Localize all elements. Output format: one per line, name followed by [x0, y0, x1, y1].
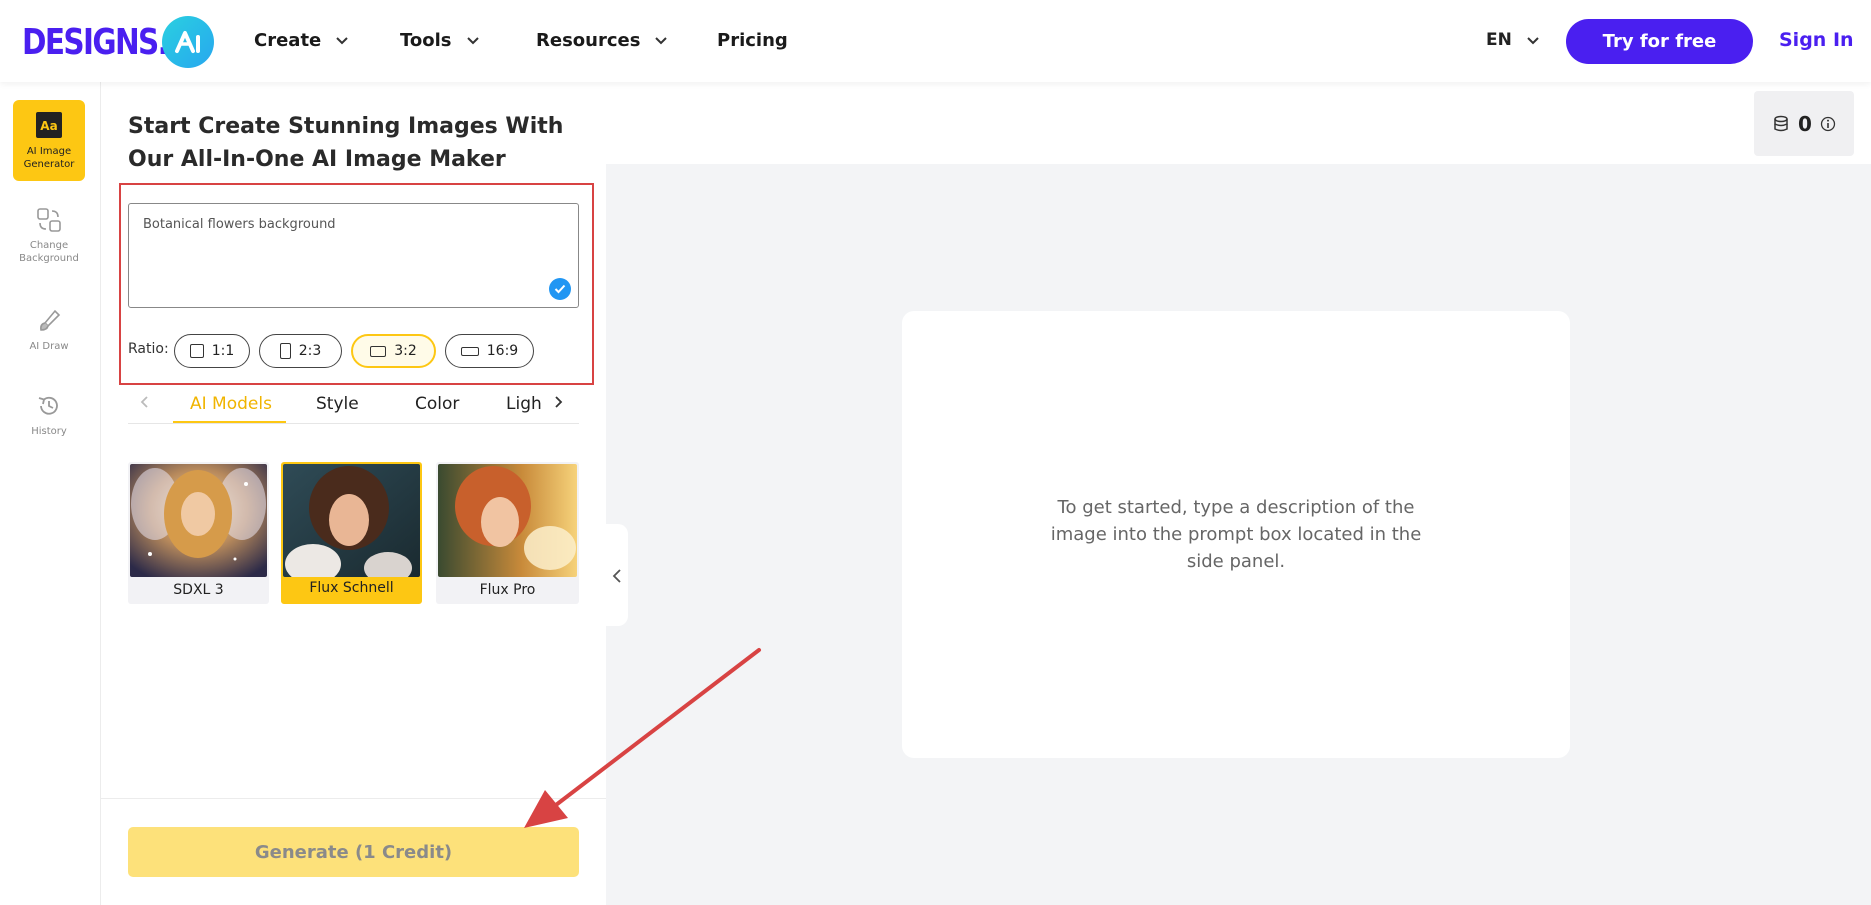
designs-ai-logo[interactable]: DESIGNS.: [22, 16, 214, 68]
chevron-down-icon: [655, 37, 668, 45]
square-icon: [189, 344, 204, 358]
rail-item-change-background[interactable]: Change Background: [13, 207, 85, 265]
nav-tools[interactable]: Tools: [400, 30, 480, 51]
chevron-down-icon: [336, 37, 348, 45]
empty-state-card: To get started, type a description of th…: [902, 311, 1570, 758]
credits-counter[interactable]: 0: [1754, 91, 1854, 156]
chevron-down-icon: [466, 37, 479, 45]
preview-toolbar: 0: [606, 82, 1871, 164]
ratio-16-9[interactable]: 16:9: [445, 334, 534, 368]
change-background-icon: [37, 208, 61, 232]
model-label: Flux Schnell: [309, 580, 394, 596]
top-header: DESIGNS. Create Tools Resources Pricing …: [0, 0, 1871, 82]
model-label: Flux Pro: [479, 582, 536, 598]
nav-pricing-label: Pricing: [717, 30, 788, 51]
flux-schnell-thumbnail: [283, 464, 420, 577]
model-card-flux-schnell[interactable]: Flux Schnell: [281, 462, 422, 604]
tab-style[interactable]: Style: [316, 394, 359, 414]
empty-state-message: To get started, type a description of th…: [1050, 497, 1422, 572]
preview-area: 0 To get started, type a description of …: [606, 82, 1871, 905]
rail-label: AI Image Generator: [23, 146, 75, 170]
ratio-label-text: 2:3: [298, 343, 322, 359]
nav-resources[interactable]: Resources: [536, 30, 668, 51]
sdxl-3-thumbnail: [130, 464, 267, 577]
options-tabs: AI Models Style Color Lighting: [128, 382, 579, 424]
info-icon[interactable]: [1820, 116, 1836, 132]
model-card-sdxl-3[interactable]: SDXL 3: [128, 462, 269, 604]
language-selector[interactable]: EN: [1486, 30, 1540, 50]
nav-resources-label: Resources: [536, 30, 641, 51]
ratio-label-text: 1:1: [211, 343, 235, 359]
try-for-free-button[interactable]: Try for free: [1566, 19, 1753, 64]
chevron-left-icon[interactable]: [136, 393, 154, 411]
brush-icon: [40, 309, 61, 331]
rail-item-history[interactable]: History: [13, 393, 85, 438]
prompt-value: Botanical flowers background: [143, 217, 336, 232]
widescreen-icon: [460, 346, 479, 356]
ratio-3-2[interactable]: 3:2: [351, 334, 436, 368]
ratio-label: Ratio:: [128, 341, 169, 357]
nav-pricing[interactable]: Pricing: [717, 30, 788, 51]
tab-color[interactable]: Color: [415, 394, 459, 414]
rail-label: Change Background: [19, 240, 79, 264]
model-card-flux-pro[interactable]: Flux Pro: [436, 462, 579, 604]
model-label: SDXL 3: [173, 582, 224, 598]
rail-label: AI Draw: [29, 341, 69, 352]
svg-text:Aa: Aa: [40, 119, 57, 133]
sign-in-link[interactable]: Sign In: [1779, 29, 1854, 51]
check-icon: [549, 278, 571, 300]
rail-item-ai-draw[interactable]: AI Draw: [13, 308, 85, 353]
prompt-input[interactable]: Botanical flowers background: [128, 203, 579, 308]
tool-rail: Aa AI Image Generator Change Background …: [0, 82, 101, 905]
panel-title: Start Create Stunning Images With Our Al…: [128, 114, 564, 172]
tab-ai-models[interactable]: AI Models: [190, 394, 272, 414]
flux-pro-thumbnail: [438, 464, 577, 577]
nav-create[interactable]: Create: [254, 30, 349, 51]
logo-badge-icon: [162, 16, 214, 68]
landscape-icon: [370, 345, 387, 357]
ratio-2-3[interactable]: 2:3: [259, 334, 342, 368]
coins-icon: [1774, 115, 1788, 131]
collapse-panel-toggle[interactable]: [606, 524, 628, 626]
history-icon: [38, 396, 58, 415]
credits-value: 0: [1798, 111, 1812, 136]
ratio-label-text: 16:9: [486, 343, 519, 359]
chevron-down-icon: [1527, 36, 1539, 44]
language-label: EN: [1486, 30, 1512, 50]
nav-tools-label: Tools: [400, 30, 452, 51]
logo-wordmark: DESIGNS.: [22, 21, 169, 63]
generator-panel: Start Create Stunning Images With Our Al…: [101, 82, 606, 905]
nav-create-label: Create: [254, 30, 322, 51]
rail-item-ai-image-generator[interactable]: Aa AI Image Generator: [13, 100, 85, 181]
chevron-left-icon: [612, 569, 621, 583]
chevron-right-icon[interactable]: [549, 393, 567, 411]
portrait-icon: [279, 343, 291, 359]
ratio-label-text: 3:2: [394, 343, 417, 359]
tab-lighting[interactable]: Lighting: [506, 394, 542, 414]
active-tab-indicator: [173, 421, 286, 423]
text-aa-icon: Aa: [36, 112, 62, 138]
rail-label: History: [31, 426, 67, 437]
ratio-1-1[interactable]: 1:1: [174, 334, 250, 368]
generate-button[interactable]: Generate (1 Credit): [128, 827, 579, 877]
